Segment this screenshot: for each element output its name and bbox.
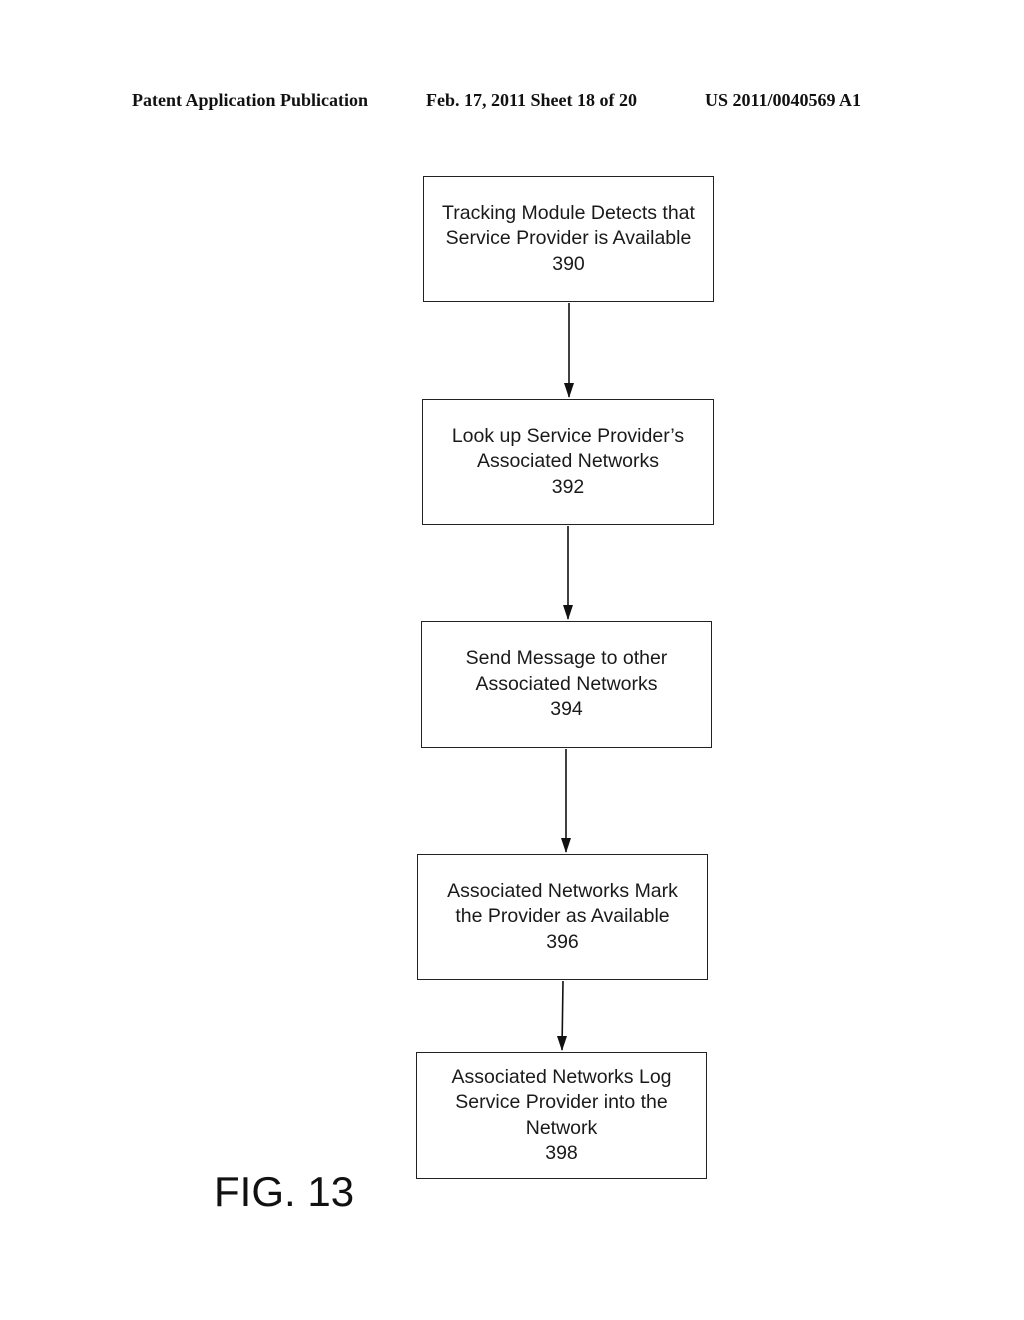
step-392-line-1: Look up Service Provider’s bbox=[451, 424, 685, 447]
step-396-ref: 396 bbox=[546, 930, 579, 953]
step-398-box: Associated Networks Log Service Provider… bbox=[416, 1052, 707, 1179]
step-398-line-3: Network bbox=[525, 1116, 598, 1139]
step-390-ref: 390 bbox=[552, 252, 585, 275]
step-394-line-2: Associated Networks bbox=[475, 672, 658, 695]
arrowhead-394 bbox=[563, 605, 573, 620]
figure-label: FIG. 13 bbox=[214, 1168, 355, 1215]
step-394-box: Send Message to other Associated Network… bbox=[421, 621, 712, 748]
step-396-box: Associated Networks Mark the Provider as… bbox=[417, 854, 708, 980]
step-390-line-1: Tracking Module Detects that bbox=[442, 201, 695, 224]
step-398-ref: 398 bbox=[545, 1142, 578, 1164]
arrowhead-392 bbox=[564, 383, 574, 398]
step-392-box: Look up Service Provider’s Associated Ne… bbox=[422, 399, 714, 525]
arrowhead-398 bbox=[557, 1036, 567, 1051]
step-396-line-2: the Provider as Available bbox=[455, 905, 670, 928]
step-394-line-1: Send Message to other bbox=[465, 647, 668, 670]
step-394-ref: 394 bbox=[550, 698, 583, 721]
step-396-line-1: Associated Networks Mark bbox=[447, 879, 678, 902]
step-398-line-1: Associated Networks Log bbox=[451, 1065, 672, 1088]
step-398-line-2: Service Provider into the bbox=[455, 1091, 668, 1113]
step-390-box: Tracking Module Detects that Service Pro… bbox=[423, 176, 714, 302]
step-392-ref: 392 bbox=[551, 475, 585, 498]
arrowhead-396 bbox=[561, 838, 571, 853]
step-392-line-2: Associated Networks bbox=[476, 450, 660, 473]
step-390-line-2: Service Provider is Available bbox=[445, 227, 692, 250]
